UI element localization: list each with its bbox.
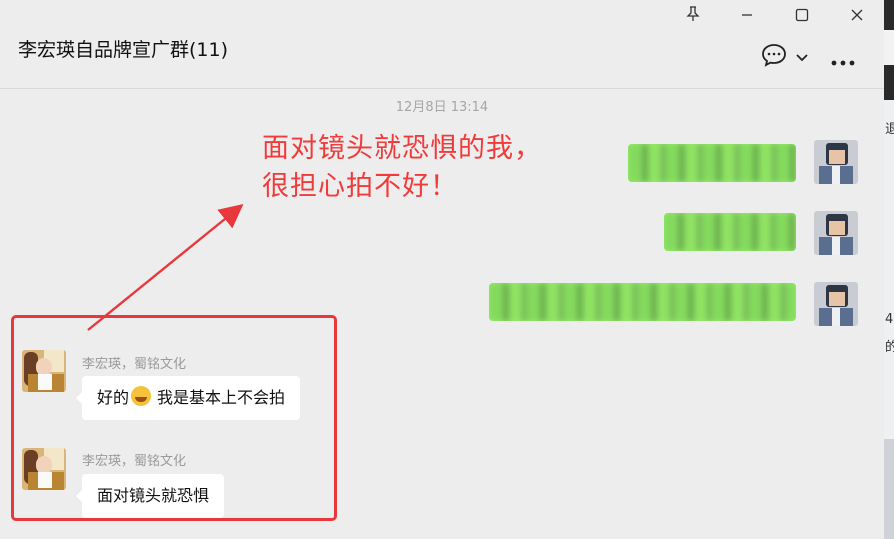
background-text: 4	[885, 312, 894, 327]
own-message-blurred[interactable]	[664, 213, 796, 251]
avatar[interactable]	[814, 140, 858, 184]
avatar[interactable]	[814, 211, 858, 255]
background-text: 退	[885, 122, 894, 137]
own-message-blurred[interactable]	[489, 283, 796, 321]
highlight-box	[11, 315, 337, 521]
background-text: 的	[885, 340, 894, 355]
background-window-strip	[884, 30, 894, 65]
background-window-strip	[884, 100, 894, 439]
avatar[interactable]	[814, 282, 858, 326]
own-message-blurred[interactable]	[628, 144, 796, 182]
chat-window: 李宏瑛自品牌宣广群(11) 12月8日 13:14 面对镜头就恐惧的我， 很担心…	[0, 0, 884, 539]
